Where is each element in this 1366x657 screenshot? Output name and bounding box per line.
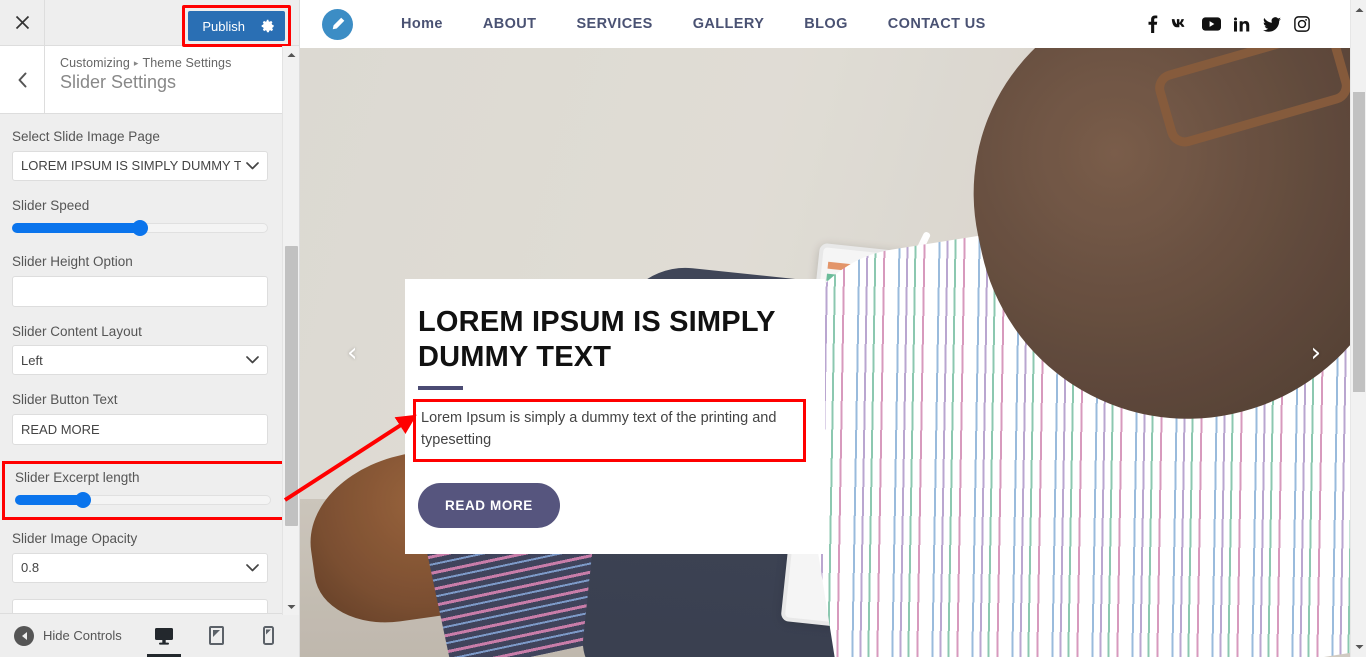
desktop-icon xyxy=(155,627,173,645)
range-thumb[interactable] xyxy=(132,220,148,237)
tablet-icon xyxy=(208,626,224,645)
customizer-panel-header: Customizing ▸ Theme Settings Slider Settin… xyxy=(0,46,299,114)
preview-scrollbar[interactable] xyxy=(1350,0,1366,657)
preview-scroll-up-icon[interactable] xyxy=(1351,2,1366,18)
slider-button-text-input[interactable] xyxy=(12,413,268,445)
slider-content-layout-dropdown[interactable]: Left xyxy=(12,345,268,376)
slider-speed-range[interactable] xyxy=(12,219,268,237)
scroll-up-arrow-icon[interactable] xyxy=(283,46,300,63)
youtube-icon[interactable] xyxy=(1202,17,1221,31)
partial-input[interactable] xyxy=(12,598,268,613)
read-more-button[interactable]: READ MORE xyxy=(418,483,560,529)
slide-title: LOREM IPSUM IS SIMPLY DUMMY TEXT xyxy=(418,306,776,374)
chevron-down-icon xyxy=(246,353,259,368)
chevron-left-icon xyxy=(18,72,26,87)
sidebar-scrollbar[interactable] xyxy=(282,46,299,615)
slide-caption-card: LOREM IPSUM IS SIMPLY DUMMY TEXT Lorem I… xyxy=(405,279,825,555)
customizer-footer: Hide Controls xyxy=(0,613,299,657)
device-tablet-button[interactable] xyxy=(203,614,229,657)
close-icon xyxy=(15,15,29,30)
select-slide-image-page-dropdown[interactable]: LOREM IPSUM IS SIMPLY DUMMY TE xyxy=(12,150,268,181)
hero-slider: ‹ › LOREM IPSUM IS SIMPLY DUMMY TEXT Lor… xyxy=(300,48,1366,657)
breadcrumb-separator-icon: ▸ xyxy=(133,58,139,68)
slide-excerpt: Lorem Ipsum is simply a dummy text of th… xyxy=(421,409,777,448)
slider-prev-arrow[interactable]: ‹ xyxy=(347,340,357,366)
customizer-screen: Publish Customizing ▸ Theme Settings Sli… xyxy=(0,0,1366,657)
chevron-down-icon xyxy=(246,560,259,575)
control-slider-height-option: Slider Height Option xyxy=(12,253,287,307)
selected-value: LOREM IPSUM IS SIMPLY DUMMY TE xyxy=(21,158,241,174)
control-slider-speed: Slider Speed xyxy=(12,197,287,238)
site-navigation: Home ABOUT SERVICES GALLERY BLOG CONTACT… xyxy=(300,0,1366,48)
control-slider-content-layout: Slider Content Layout Left xyxy=(12,323,287,376)
range-fill xyxy=(12,223,140,234)
control-slider-image-opacity: Slider Image Opacity 0.8 xyxy=(12,530,287,583)
breadcrumb-root[interactable]: Customizing xyxy=(60,56,130,70)
device-mobile-button[interactable] xyxy=(255,614,281,657)
linkedin-icon[interactable] xyxy=(1234,16,1250,32)
control-label: Select Slide Image Page xyxy=(12,129,160,144)
slide-excerpt-highlight-box: Lorem Ipsum is simply a dummy text of th… xyxy=(413,398,806,463)
slider-height-option-input[interactable] xyxy=(12,275,268,307)
hide-controls-button[interactable]: Hide Controls xyxy=(14,625,122,646)
active-device-indicator xyxy=(147,653,181,657)
sidebar-scrollbar-thumb[interactable] xyxy=(285,246,298,526)
publish-button-label: Publish xyxy=(202,18,245,34)
slider-next-arrow[interactable]: › xyxy=(1311,340,1321,366)
social-links xyxy=(1147,15,1310,33)
selected-value: 0.8 xyxy=(21,560,40,576)
slider-image-opacity-dropdown[interactable]: 0.8 xyxy=(12,552,268,583)
control-label: Slider Speed xyxy=(12,197,90,213)
customizer-header: Publish xyxy=(0,0,299,47)
nav-link-blog[interactable]: BLOG xyxy=(784,16,868,32)
chevron-down-icon xyxy=(246,158,259,173)
nav-link-gallery[interactable]: GALLERY xyxy=(673,16,785,32)
device-preview-switcher xyxy=(147,614,281,657)
control-next-partial xyxy=(12,598,287,613)
preview-scrollbar-thumb[interactable] xyxy=(1353,92,1365,392)
gear-icon[interactable] xyxy=(261,19,275,33)
mobile-icon xyxy=(262,626,274,645)
back-button[interactable] xyxy=(0,46,45,113)
hide-controls-label: Hide Controls xyxy=(43,628,122,643)
collapse-icon xyxy=(14,625,34,646)
slider-excerpt-length-range[interactable] xyxy=(15,491,271,509)
close-customizer-button[interactable] xyxy=(0,0,45,45)
site-preview: Home ABOUT SERVICES GALLERY BLOG CONTACT… xyxy=(300,0,1366,657)
panel-title-text: Customizing ▸ Theme Settings Slider Settin… xyxy=(45,46,231,113)
preview-scroll-down-icon[interactable] xyxy=(1351,639,1366,655)
instagram-icon[interactable] xyxy=(1294,16,1310,32)
publish-highlight-box: Publish xyxy=(182,5,291,47)
control-label: Slider Excerpt length xyxy=(15,469,140,485)
breadcrumb-section[interactable]: Theme Settings xyxy=(143,56,232,70)
range-thumb[interactable] xyxy=(75,492,91,509)
publish-button[interactable]: Publish xyxy=(188,11,285,41)
nav-link-about[interactable]: ABOUT xyxy=(463,16,557,32)
twitter-icon[interactable] xyxy=(1263,16,1281,32)
control-label: Slider Button Text xyxy=(12,392,118,408)
selected-value: Left xyxy=(21,352,43,368)
control-label: Slider Image Opacity xyxy=(12,531,138,547)
page-title: Slider Settings xyxy=(60,72,177,92)
customizer-controls-list: Select Slide Image Page LOREM IPSUM IS S… xyxy=(0,114,299,613)
facebook-icon[interactable] xyxy=(1147,15,1158,33)
title-underline xyxy=(418,385,463,390)
breadcrumb: Customizing ▸ Theme Settings xyxy=(60,56,231,70)
control-label: Slider Content Layout xyxy=(12,323,142,339)
vk-icon[interactable] xyxy=(1171,17,1189,31)
pencil-logo-icon[interactable] xyxy=(322,8,353,40)
control-slider-excerpt-length: Slider Excerpt length xyxy=(2,460,297,521)
nav-links: Home ABOUT SERVICES GALLERY BLOG CONTACT… xyxy=(381,16,1006,32)
control-label: Slider Height Option xyxy=(12,254,133,270)
nav-link-home[interactable]: Home xyxy=(381,16,463,32)
nav-link-services[interactable]: SERVICES xyxy=(556,16,672,32)
device-desktop-button[interactable] xyxy=(147,614,181,657)
customizer-sidebar: Publish Customizing ▸ Theme Settings Sli… xyxy=(0,0,300,657)
range-fill xyxy=(15,495,83,506)
scroll-down-arrow-icon[interactable] xyxy=(283,598,300,615)
control-select-slide-image-page: Select Slide Image Page LOREM IPSUM IS S… xyxy=(12,128,287,181)
nav-link-contact-us[interactable]: CONTACT US xyxy=(868,16,1006,32)
control-slider-button-text: Slider Button Text xyxy=(12,391,287,445)
